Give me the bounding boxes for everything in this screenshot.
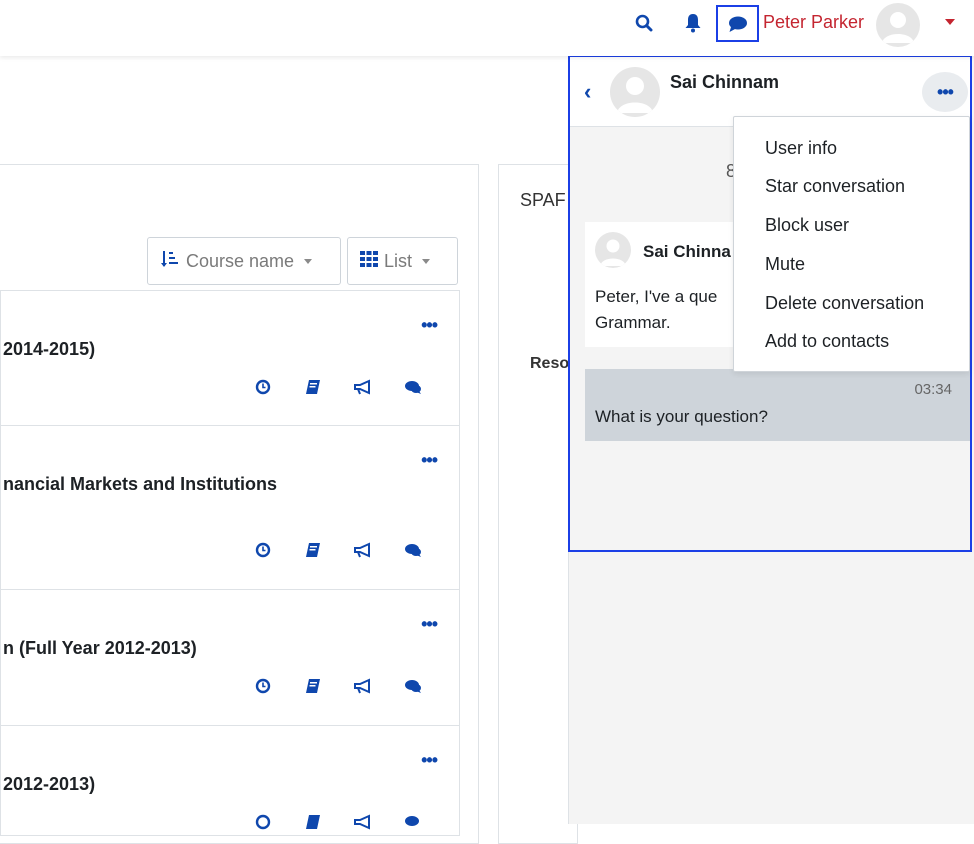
course-list-item[interactable]: ••• n (Full Year 2012-2013) (0, 590, 460, 726)
chevron-down-icon (422, 258, 431, 264)
outgoing-message: 03:34 What is your question? (585, 369, 970, 441)
sort-label: Course name (186, 250, 295, 271)
course-title[interactable]: 2014-2015) (3, 339, 95, 360)
course-title[interactable]: 2012-2013) (3, 774, 95, 795)
chevron-down-icon (304, 258, 313, 264)
menu-item-block-user[interactable]: Block user (765, 215, 849, 236)
course-more-button[interactable]: ••• (421, 450, 438, 471)
megaphone-icon[interactable] (353, 377, 373, 397)
forum-icon[interactable] (403, 812, 423, 832)
course-action-icons (253, 812, 423, 832)
user-avatar[interactable] (876, 3, 920, 47)
course-more-button[interactable]: ••• (421, 315, 438, 336)
course-title[interactable]: nancial Markets and Institutions (3, 474, 277, 495)
bell-icon[interactable] (681, 11, 705, 35)
menu-item-delete-conversation[interactable]: Delete conversation (765, 293, 924, 314)
clock-icon[interactable] (253, 812, 273, 832)
course-title[interactable]: n (Full Year 2012-2013) (3, 638, 197, 659)
forum-icon[interactable] (403, 676, 423, 696)
course-list-item[interactable]: ••• 2012-2013) (0, 726, 460, 836)
sender-avatar (595, 232, 631, 268)
top-navbar: Peter Parker (0, 0, 974, 56)
search-icon[interactable] (632, 11, 656, 35)
conversation-actions-menu: User info Star conversation Block user M… (733, 116, 970, 372)
forum-icon[interactable] (403, 540, 423, 560)
course-more-button[interactable]: ••• (421, 614, 438, 635)
course-action-icons (253, 540, 423, 560)
menu-item-user-info[interactable]: User info (765, 138, 837, 159)
sender-name: Sai Chinna (643, 242, 731, 261)
book-icon[interactable] (303, 377, 323, 397)
megaphone-icon[interactable] (353, 812, 373, 832)
message-text: What is your question? (595, 407, 768, 426)
side-block-panel (498, 164, 578, 844)
megaphone-icon[interactable] (353, 540, 373, 560)
user-menu-caret-icon[interactable] (945, 19, 955, 25)
forum-icon[interactable] (403, 377, 423, 397)
course-action-icons (253, 377, 423, 397)
menu-item-star-conversation[interactable]: Star conversation (765, 176, 905, 197)
menu-item-add-to-contacts[interactable]: Add to contacts (765, 331, 889, 352)
course-list-item[interactable]: ••• 2014-2015) (0, 290, 460, 426)
megaphone-icon[interactable] (353, 676, 373, 696)
book-icon[interactable] (303, 812, 323, 832)
view-label: List (384, 250, 413, 271)
clock-icon[interactable] (253, 676, 273, 696)
course-action-icons (253, 676, 423, 696)
message-icon[interactable] (716, 5, 759, 42)
user-name[interactable]: Peter Parker (763, 12, 864, 33)
grid-icon (360, 250, 378, 272)
book-icon[interactable] (303, 540, 323, 560)
sort-icon (160, 249, 180, 274)
book-icon[interactable] (303, 676, 323, 696)
message-time: 03:34 (914, 381, 952, 398)
clock-icon[interactable] (253, 377, 273, 397)
course-list-item[interactable]: ••• nancial Markets and Institutions (0, 426, 460, 590)
side-block-title: SPAF (520, 190, 566, 210)
view-dropdown-button[interactable]: List (347, 237, 458, 285)
sort-dropdown-button[interactable]: Course name (147, 237, 341, 285)
clock-icon[interactable] (253, 540, 273, 560)
contact-name[interactable]: Sai Chinnam (670, 72, 779, 93)
contact-avatar[interactable] (610, 67, 660, 117)
side-block-subtitle: Reso (530, 355, 570, 372)
message-text: Peter, I've a que Grammar. (595, 287, 718, 332)
course-more-button[interactable]: ••• (421, 750, 438, 771)
menu-item-mute[interactable]: Mute (765, 254, 805, 275)
conversation-actions-button[interactable]: ••• (922, 72, 968, 112)
back-arrow-icon[interactable]: ‹ (584, 79, 591, 105)
